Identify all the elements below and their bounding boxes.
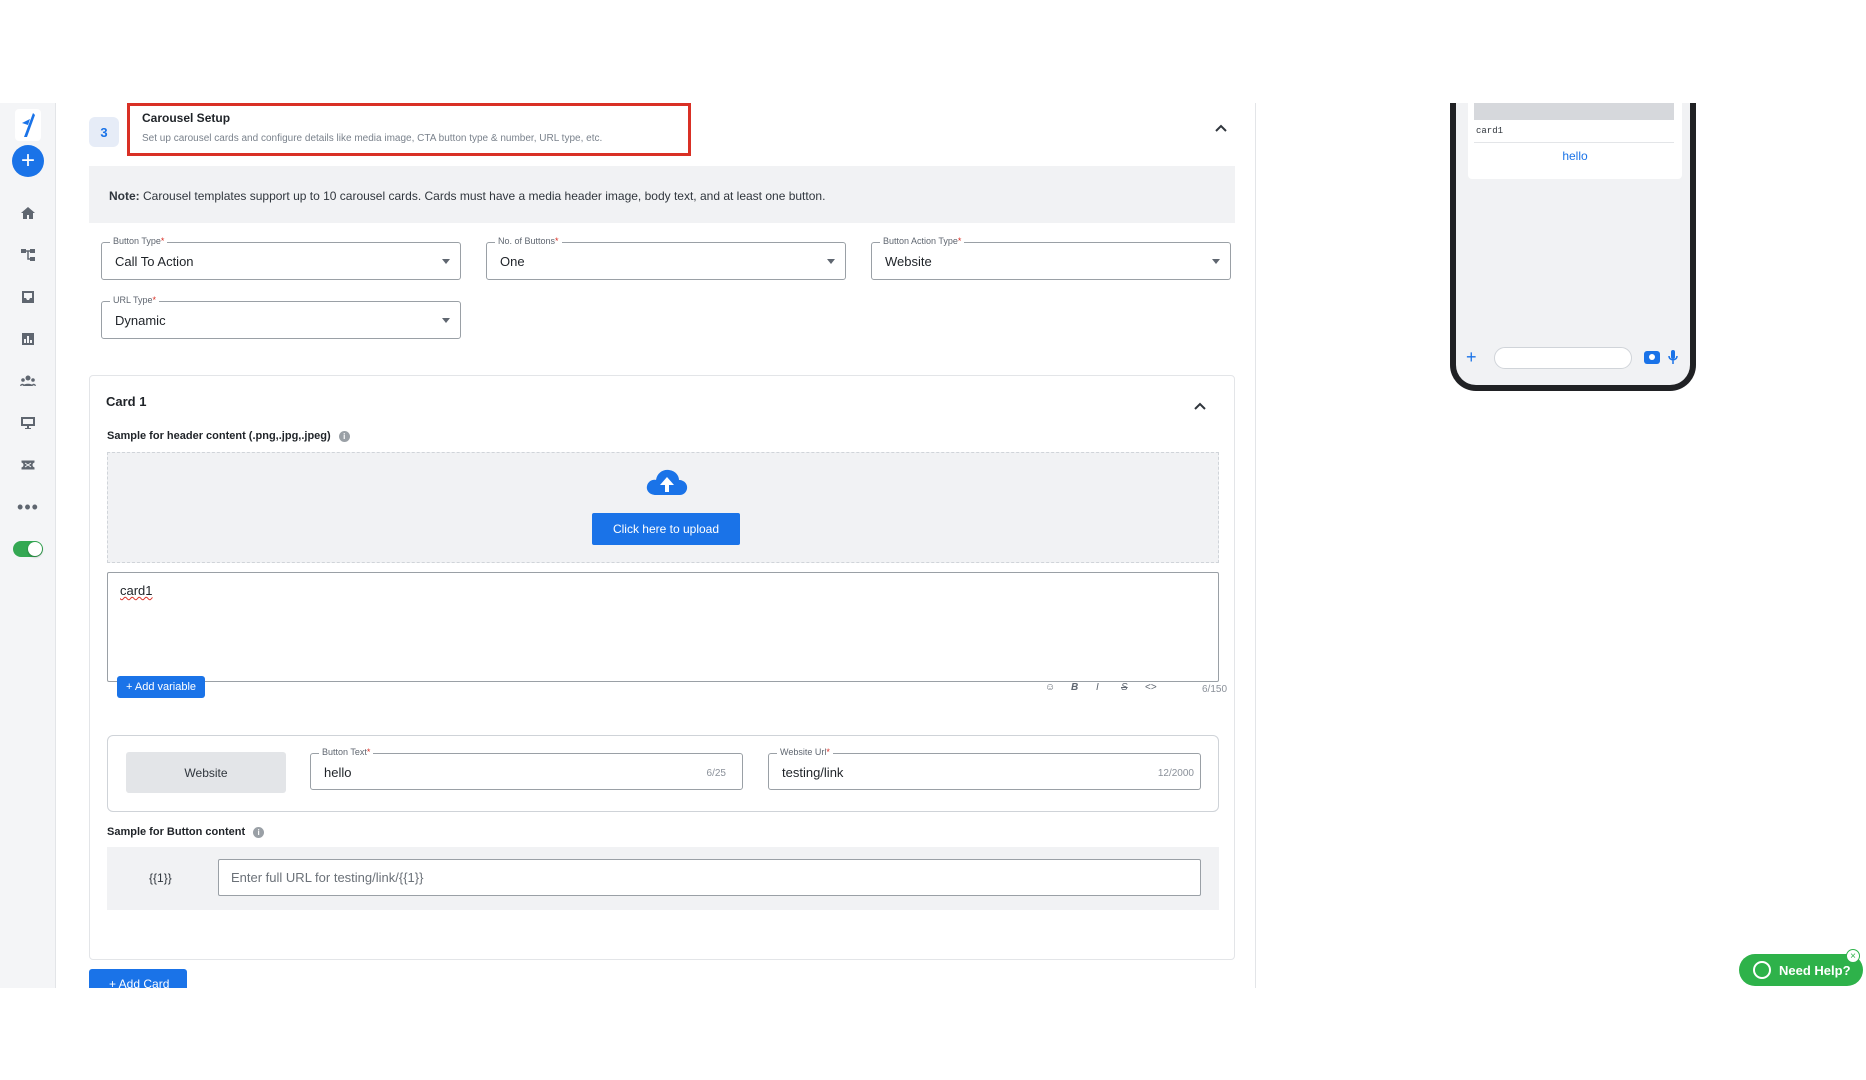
field-label: No. of Buttons* <box>495 236 562 246</box>
carousel-card: Card 1 Sample for header content (.png,.… <box>89 375 1235 960</box>
bold-icon[interactable]: B <box>1071 682 1078 693</box>
preview-button: hello <box>1562 149 1588 163</box>
info-icon[interactable]: i <box>338 430 350 442</box>
dropdown-caret-icon <box>1212 259 1220 264</box>
code-icon[interactable]: <> <box>1145 682 1157 693</box>
preview-card: card1 hello <box>1468 103 1682 179</box>
dropdown-caret-icon <box>442 259 450 264</box>
preview-body-text: card1 <box>1476 126 1504 136</box>
button-type-select[interactable]: Button Type* Call To Action <box>101 236 461 280</box>
step-header[interactable]: Carousel Setup Set up carousel cards and… <box>127 103 691 156</box>
add-variable-button[interactable]: + Add variable <box>117 676 206 698</box>
cloud-upload-icon <box>646 469 688 495</box>
carousel-setup-section: 3 Carousel Setup Set up carousel cards a… <box>56 103 1256 988</box>
collapse-card-chevron-icon[interactable] <box>1192 398 1208 414</box>
card-body-text: card1 <box>120 583 153 598</box>
field-value: Call To Action <box>115 254 194 269</box>
step-subtitle: Set up carousel cards and configure deta… <box>142 133 603 144</box>
preview-media-placeholder <box>1474 103 1674 120</box>
website-url-field[interactable]: Website Url* testing/link 12/2000 <box>768 747 1201 790</box>
mic-icon <box>1668 350 1678 364</box>
step-title: Carousel Setup <box>142 111 231 125</box>
strikethrough-icon[interactable]: S <box>1121 682 1128 693</box>
users-icon <box>20 375 36 386</box>
ticket-icon <box>20 459 36 471</box>
step-number: 3 <box>89 117 119 147</box>
char-count: 6/25 <box>706 768 726 779</box>
card-button-row: Website Button Text* hello 6/25 Website … <box>107 735 1219 812</box>
collapse-section-chevron-icon[interactable] <box>1213 120 1229 136</box>
sidebar-item-contacts[interactable] <box>0 363 56 399</box>
note-label: Note: <box>109 189 140 203</box>
need-help-label: Need Help? <box>1779 962 1851 978</box>
more-icon[interactable]: ••• <box>0 489 56 525</box>
body-char-count: 6/150 <box>1202 684 1228 695</box>
button-sample-area: {{1}} Enter full URL for testing/link/{{… <box>107 847 1219 910</box>
inbox-icon <box>22 291 34 303</box>
field-label: Button Action Type* <box>880 236 965 246</box>
button-action-type-select[interactable]: Button Action Type* Website <box>871 236 1231 280</box>
char-count: 12/2000 <box>1157 768 1194 779</box>
variable-tag: {{1}} <box>149 871 172 885</box>
chart-icon <box>22 333 34 345</box>
field-label: Button Text* <box>319 747 374 757</box>
dropdown-caret-icon <box>827 259 835 264</box>
button-kind-website[interactable]: Website <box>126 752 286 793</box>
header-content-label: Sample for header content (.png,.jpg,.jp… <box>107 430 350 442</box>
preview-chat-bar: + <box>1462 347 1682 371</box>
need-help-button[interactable]: Need Help? <box>1739 954 1863 986</box>
whatsapp-icon <box>1753 961 1771 979</box>
field-value: Website <box>885 254 932 269</box>
field-label: Website Url* <box>777 747 833 757</box>
field-value: hello <box>324 765 352 780</box>
field-label: URL Type* <box>110 295 160 305</box>
flow-icon <box>21 249 35 261</box>
dropdown-caret-icon <box>442 318 450 323</box>
sidebar-item-inbox[interactable] <box>0 279 56 315</box>
plus-icon: + <box>12 145 44 177</box>
sidebar-item-home[interactable] <box>0 195 56 231</box>
add-card-button[interactable]: + Add Card <box>89 969 187 988</box>
sidebar-item-flows[interactable] <box>0 237 56 273</box>
field-label: Button Type* <box>110 236 168 246</box>
sidebar-item-devices[interactable] <box>0 405 56 441</box>
brand-logo[interactable] <box>0 107 56 143</box>
num-buttons-select[interactable]: No. of Buttons* One <box>486 236 846 280</box>
sidebar: + ••• <box>0 103 56 988</box>
field-value: Dynamic <box>115 313 166 328</box>
field-value: One <box>500 254 525 269</box>
status-toggle[interactable] <box>0 531 56 567</box>
note-banner: Note: Carousel templates support up to 1… <box>89 166 1235 223</box>
monitor-icon <box>21 417 35 429</box>
app-frame: + ••• 3 Carousel Setup Set up carousel c… <box>0 103 1866 988</box>
preview-message-input <box>1494 347 1632 369</box>
field-value: testing/link <box>782 765 844 780</box>
preview-divider <box>1474 142 1674 143</box>
italic-icon[interactable]: I <box>1096 682 1099 693</box>
upload-button[interactable]: Click here to upload <box>592 513 740 545</box>
emoji-icon[interactable]: ☺ <box>1045 682 1055 693</box>
url-type-select[interactable]: URL Type* Dynamic <box>101 295 461 339</box>
button-text-field[interactable]: Button Text* hello 6/25 <box>310 747 743 790</box>
home-icon <box>21 207 35 219</box>
info-icon[interactable]: i <box>253 826 265 838</box>
card-title: Card 1 <box>106 394 147 409</box>
sidebar-item-analytics[interactable] <box>0 321 56 357</box>
create-button[interactable]: + <box>0 143 56 179</box>
button-content-label: Sample for Button content i <box>107 826 265 838</box>
plus-icon: + <box>1466 347 1477 367</box>
close-help-icon[interactable]: × <box>1846 949 1860 963</box>
toggle-switch <box>13 541 43 557</box>
phone-preview: card1 hello + <box>1450 103 1696 391</box>
note-text: Carousel templates support up to 10 caro… <box>139 189 826 203</box>
sidebar-item-tickets[interactable] <box>0 447 56 483</box>
media-upload-dropzone[interactable]: Click here to upload <box>107 452 1219 563</box>
card-body-textarea[interactable]: card1 <box>107 572 1219 682</box>
full-url-input[interactable]: Enter full URL for testing/link/{{1}} <box>218 859 1201 896</box>
camera-icon <box>1644 351 1660 364</box>
